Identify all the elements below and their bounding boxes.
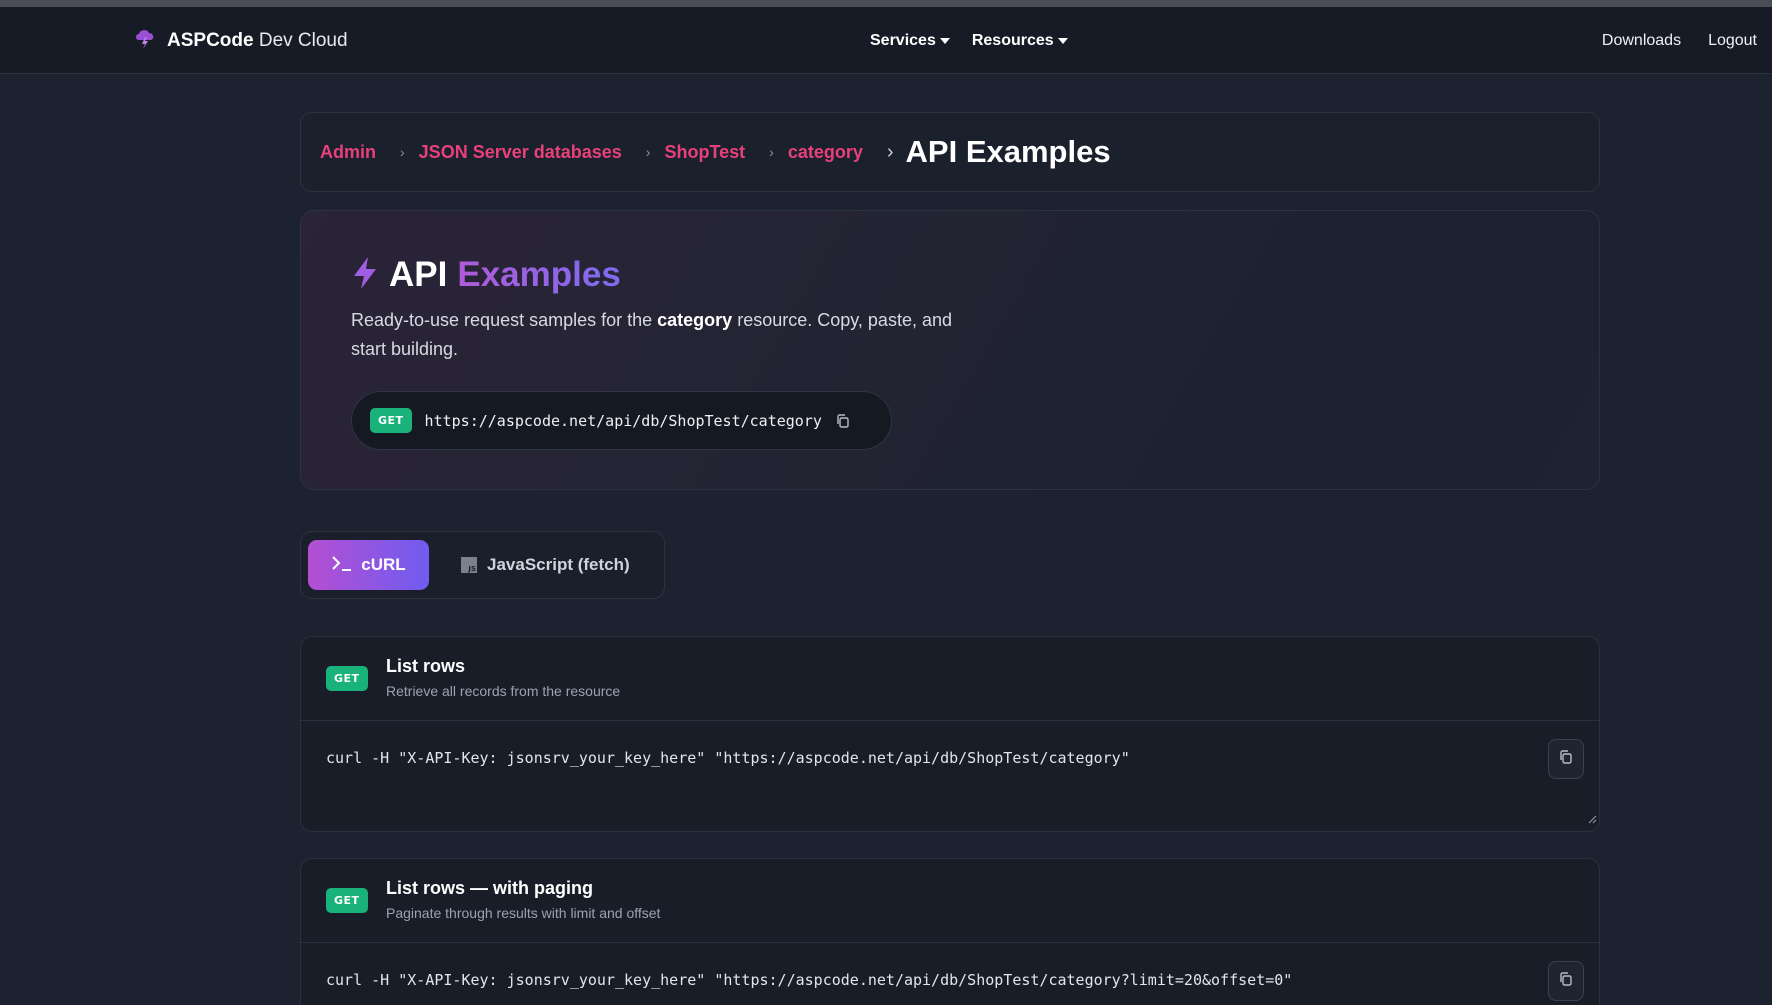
- caret-down-icon: [1057, 37, 1068, 44]
- breadcrumb-admin[interactable]: Admin: [320, 142, 376, 163]
- main-menu: Services Resources: [870, 7, 1068, 74]
- copy-icon: [1558, 971, 1574, 992]
- copy-icon: [1558, 749, 1574, 770]
- chevron-right-icon: ›: [769, 144, 774, 160]
- example-subtitle: Paginate through results with limit and …: [386, 905, 661, 921]
- top-navbar: ASPCode Dev Cloud Services Resources Dow…: [0, 7, 1772, 74]
- menu-resources-label: Resources: [971, 31, 1054, 49]
- title-gradient: Examples: [457, 255, 621, 294]
- example-card: GET List rows — with paging Paginate thr…: [300, 858, 1600, 1005]
- chevron-right-icon: ›: [400, 144, 405, 160]
- hero-description: Ready-to-use request samples for the cat…: [351, 310, 952, 359]
- example-header: GET List rows Retrieve all records from …: [301, 637, 1599, 721]
- user-menu: Downloads Logout: [1602, 7, 1757, 74]
- window-top-strip: [0, 0, 1772, 7]
- page-title: API Examples: [351, 255, 621, 295]
- code-text[interactable]: curl -H "X-API-Key: jsonsrv_your_key_her…: [326, 971, 1292, 989]
- terminal-icon: [331, 554, 353, 577]
- brand-name: ASPCode Dev Cloud: [167, 29, 348, 51]
- endpoint-url: https://aspcode.net/api/db/ShopTest/cate…: [424, 411, 822, 430]
- method-badge: GET: [326, 888, 368, 913]
- hero-panel: API Examples Ready-to-use request sample…: [300, 210, 1600, 490]
- menu-services-label: Services: [870, 31, 936, 49]
- caret-down-icon: [939, 37, 950, 44]
- title-plain: API: [389, 255, 448, 294]
- breadcrumb: Admin › JSON Server databases › ShopTest…: [300, 112, 1600, 192]
- method-badge: GET: [370, 408, 412, 433]
- copy-button[interactable]: [1548, 961, 1584, 1001]
- example-card: GET List rows Retrieve all records from …: [300, 636, 1600, 832]
- resize-handle-icon[interactable]: [1588, 811, 1597, 829]
- logout-link[interactable]: Logout: [1708, 32, 1757, 50]
- code-block[interactable]: curl -H "X-API-Key: jsonsrv_your_key_her…: [301, 943, 1599, 1005]
- tab-javascript-label: JavaScript (fetch): [487, 555, 630, 574]
- breadcrumb-category[interactable]: category: [788, 142, 863, 163]
- code-text[interactable]: curl -H "X-API-Key: jsonsrv_your_key_her…: [326, 749, 1130, 767]
- example-title: List rows: [386, 656, 466, 676]
- example-title: List rows — with paging: [386, 878, 593, 898]
- copy-icon[interactable]: [835, 413, 851, 429]
- chevron-right-icon: ›: [886, 140, 894, 163]
- breadcrumb-json-server-databases[interactable]: JSON Server databases: [419, 142, 622, 163]
- endpoint-pill: GET https://aspcode.net/api/db/ShopTest/…: [351, 391, 892, 450]
- javascript-icon: JS: [461, 557, 477, 573]
- tab-curl-label: cURL: [361, 555, 406, 574]
- lightning-icon: [351, 256, 379, 295]
- menu-services[interactable]: Services: [870, 32, 950, 50]
- cloud-bolt-icon: [133, 26, 157, 55]
- code-block[interactable]: curl -H "X-API-Key: jsonsrv_your_key_her…: [301, 721, 1599, 831]
- brand[interactable]: ASPCode Dev Cloud: [133, 7, 348, 74]
- breadcrumb-current: API Examples: [905, 134, 1111, 169]
- breadcrumb-shoptest[interactable]: ShopTest: [664, 142, 745, 163]
- method-badge: GET: [326, 666, 368, 691]
- tab-curl[interactable]: cURL: [308, 540, 429, 590]
- language-tabs: cURL JS JavaScript (fetch): [300, 531, 665, 599]
- copy-button[interactable]: [1548, 739, 1584, 779]
- example-subtitle: Retrieve all records from the resource: [386, 683, 621, 699]
- example-header: GET List rows — with paging Paginate thr…: [301, 859, 1599, 943]
- menu-resources[interactable]: Resources: [972, 32, 1068, 50]
- chevron-right-icon: ›: [645, 144, 651, 160]
- tab-javascript-fetch[interactable]: JS JavaScript (fetch): [461, 540, 630, 590]
- downloads-link[interactable]: Downloads: [1602, 32, 1681, 50]
